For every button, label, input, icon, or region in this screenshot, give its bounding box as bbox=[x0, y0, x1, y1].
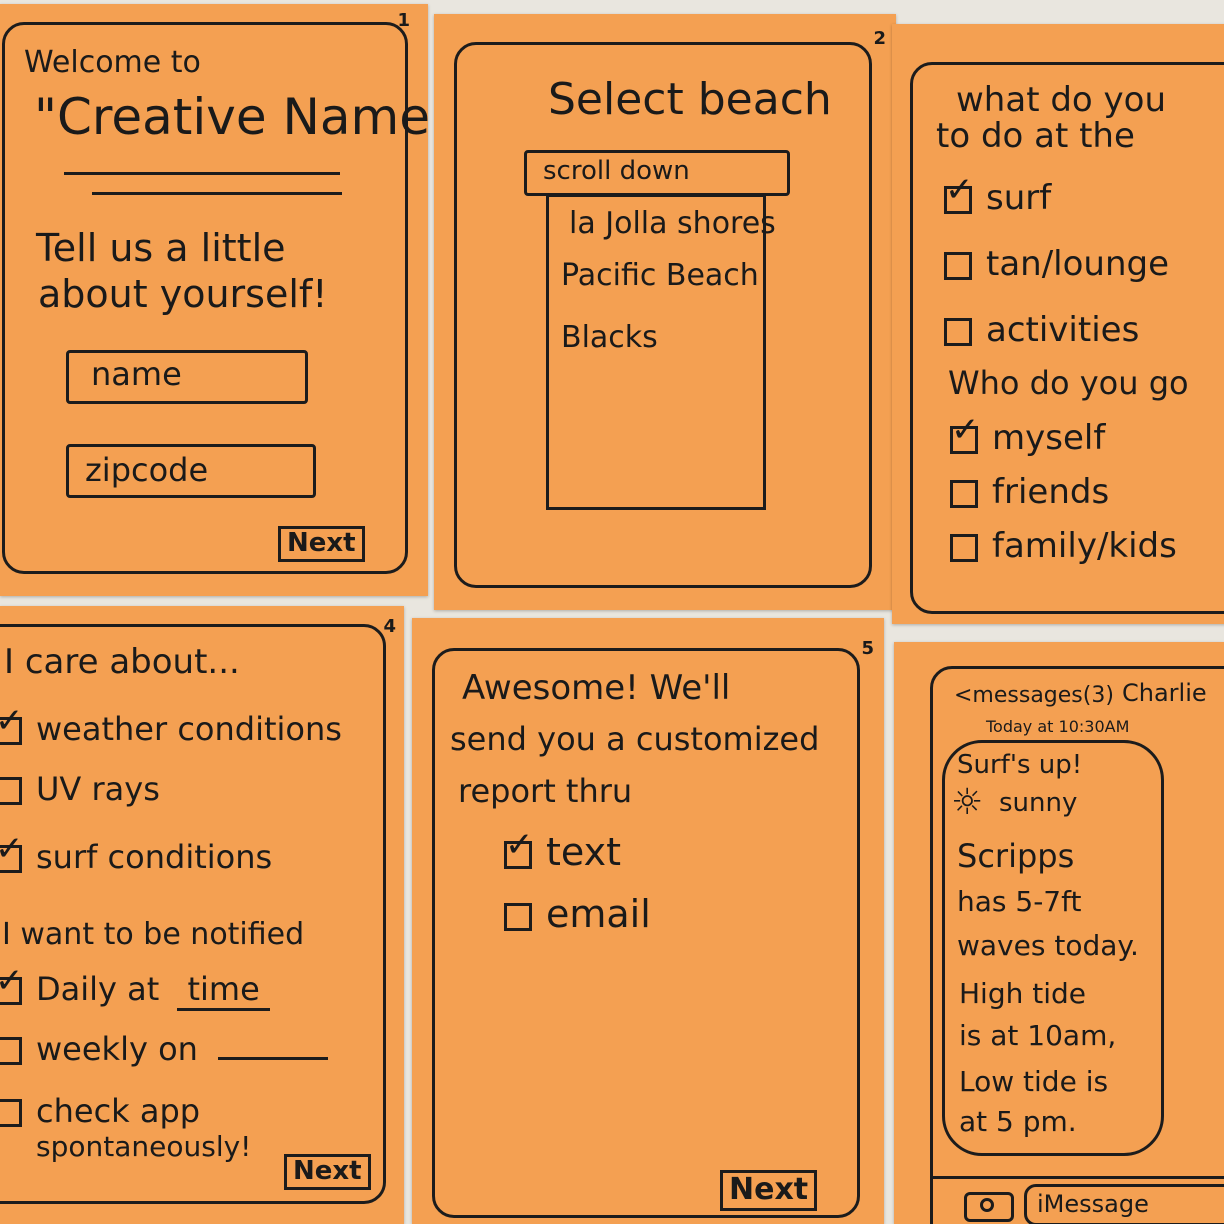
confirmation-line-3: report thru bbox=[458, 772, 633, 810]
sketch-screen-4: 4 I care about... ✓ weather conditions UV… bbox=[0, 606, 404, 1224]
confirmation-line-2: send you a customized bbox=[450, 720, 820, 758]
checkbox[interactable]: ✓ bbox=[504, 828, 534, 869]
beach-option[interactable]: Blacks bbox=[561, 321, 658, 354]
screen-number: 2 bbox=[873, 28, 886, 49]
care-option[interactable]: ✓ surf conditions bbox=[0, 832, 272, 876]
time-field[interactable]: time bbox=[177, 970, 270, 1011]
prompt-line-2: about yourself! bbox=[38, 272, 328, 316]
next-button[interactable]: Next bbox=[720, 1170, 818, 1211]
checkbox[interactable]: ✓ bbox=[950, 413, 980, 454]
camera-icon[interactable] bbox=[964, 1192, 1014, 1222]
next-button[interactable]: Next bbox=[278, 526, 365, 562]
beach-list[interactable]: la Jolla shores Pacific Beach Blacks bbox=[546, 194, 776, 510]
company-option[interactable]: ✓ myself bbox=[950, 413, 1105, 458]
message-bubble: Surf's up! ☼ sunny Scripps has 5-7ft wav… bbox=[942, 740, 1164, 1156]
checkbox[interactable] bbox=[0, 1037, 22, 1065]
divider bbox=[930, 1176, 1224, 1179]
care-option[interactable]: ✓ weather conditions bbox=[0, 704, 342, 748]
messages-back-link[interactable]: <messages(3) bbox=[954, 683, 1114, 708]
screen-number: 4 bbox=[383, 616, 396, 637]
care-heading: I care about... bbox=[4, 642, 240, 682]
question-1-line-1: what do you bbox=[956, 80, 1166, 120]
zipcode-input[interactable]: zipcode bbox=[66, 444, 316, 498]
divider bbox=[64, 172, 340, 175]
sketch-screen-2: 2 Select beach scroll down la Jolla shor… bbox=[434, 14, 896, 610]
beach-dropdown[interactable]: scroll down bbox=[524, 150, 790, 196]
notify-option[interactable]: check app bbox=[0, 1092, 200, 1130]
delivery-option[interactable]: email bbox=[504, 892, 651, 936]
checkbox[interactable]: ✓ bbox=[0, 704, 24, 745]
checkbox[interactable] bbox=[944, 317, 972, 346]
prompt-line-1: Tell us a little bbox=[36, 226, 286, 270]
divider bbox=[92, 192, 342, 195]
checkbox[interactable] bbox=[504, 902, 532, 931]
app-name-title: "Creative Name" bbox=[34, 88, 454, 146]
dropdown-label: scroll down bbox=[543, 156, 690, 186]
checkbox[interactable] bbox=[950, 479, 978, 508]
checkbox[interactable] bbox=[950, 533, 978, 562]
checkbox[interactable]: ✓ bbox=[944, 173, 974, 214]
care-option[interactable]: UV rays bbox=[0, 770, 160, 808]
message-timestamp: Today at 10:30AM bbox=[986, 717, 1130, 736]
sketch-screen-6: <messages(3) Charlie Today at 10:30AM Su… bbox=[894, 642, 1224, 1224]
question-1-line-2: to do at the bbox=[936, 116, 1135, 156]
page-title: Select beach bbox=[548, 74, 832, 125]
confirmation-line-1: Awesome! We'll bbox=[462, 668, 731, 708]
beach-option[interactable]: la Jolla shores bbox=[569, 207, 776, 240]
checkbox[interactable] bbox=[0, 1099, 22, 1127]
screen-number: 1 bbox=[397, 10, 410, 31]
sketch-screen-1: 1 Welcome to "Creative Name" Tell us a l… bbox=[0, 4, 453, 596]
checkbox[interactable]: ✓ bbox=[0, 832, 24, 873]
delivery-option[interactable]: ✓ text bbox=[504, 828, 621, 874]
activity-option[interactable]: ✓ surf bbox=[944, 173, 1051, 218]
notify-heading: I want to be notified bbox=[2, 917, 305, 952]
name-placeholder: name bbox=[91, 355, 182, 393]
beach-option[interactable]: Pacific Beach bbox=[561, 259, 759, 292]
activity-option[interactable]: tan/lounge bbox=[944, 244, 1169, 284]
question-2: Who do you go bbox=[948, 364, 1189, 402]
spontaneously-text: spontaneously! bbox=[36, 1130, 252, 1163]
checkbox[interactable] bbox=[0, 777, 22, 805]
welcome-text: Welcome to bbox=[24, 45, 201, 80]
zipcode-placeholder: zipcode bbox=[85, 451, 209, 489]
company-option[interactable]: family/kids bbox=[950, 526, 1177, 566]
sun-icon: ☼ bbox=[951, 782, 984, 823]
checkbox[interactable]: ✓ bbox=[0, 964, 24, 1005]
next-button[interactable]: Next bbox=[284, 1154, 371, 1190]
sketch-screen-5: 5 Awesome! We'll send you a customized r… bbox=[412, 618, 884, 1224]
sketch-screen-3: what do you to do at the ✓ surf tan/loung… bbox=[892, 24, 1224, 624]
contact-name: Charlie bbox=[1122, 679, 1207, 707]
activity-option[interactable]: activities bbox=[944, 310, 1139, 350]
day-field[interactable] bbox=[218, 1057, 329, 1060]
notify-option[interactable]: weekly on bbox=[0, 1030, 329, 1068]
message-input[interactable]: iMessage bbox=[1024, 1184, 1224, 1224]
notify-option[interactable]: ✓ Daily at time bbox=[0, 964, 270, 1011]
checkbox[interactable] bbox=[944, 251, 972, 280]
company-option[interactable]: friends bbox=[950, 472, 1109, 512]
name-input[interactable]: name bbox=[66, 350, 308, 404]
screen-number: 5 bbox=[861, 638, 874, 659]
